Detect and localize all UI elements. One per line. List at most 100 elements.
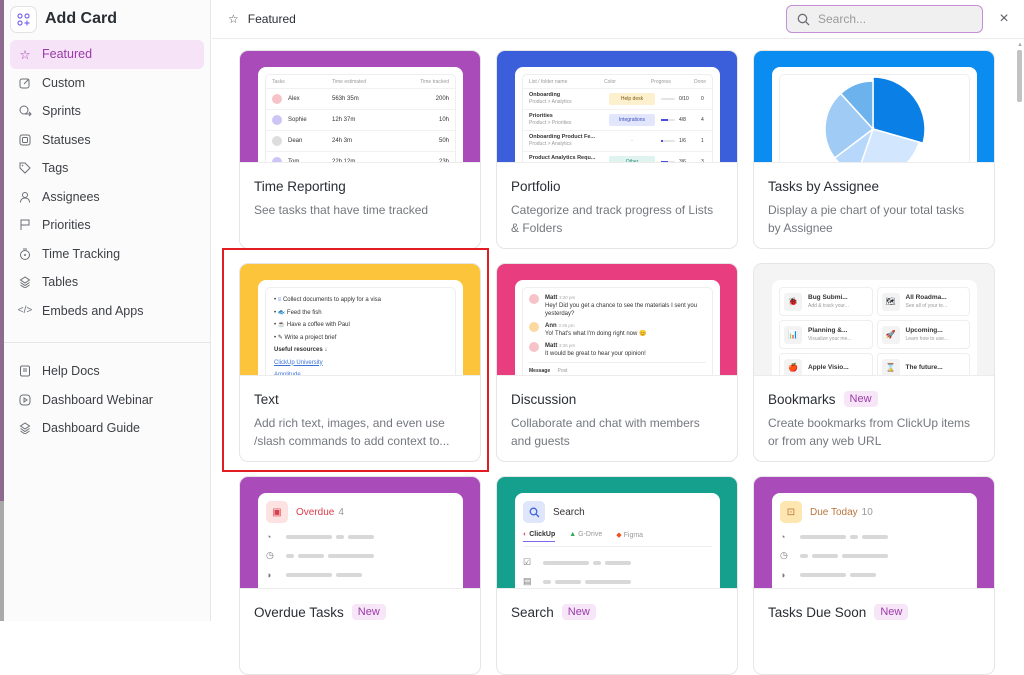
card-tasks-by-assignee[interactable]: Tasks by Assignee Display a pie chart of …	[753, 50, 995, 249]
sidebar-item-assignees[interactable]: Assignees	[10, 183, 204, 212]
card-title: Time Reporting	[254, 178, 346, 194]
highlight-box	[222, 248, 489, 472]
sidebar: Add Card ☆ Featured Custom Sprints Status…	[4, 0, 211, 621]
bookmark-item: 🐞 Bug Submi... Add & track your...	[779, 287, 873, 316]
new-badge: New	[351, 604, 386, 620]
main-panel: ☆ Featured × ▲ TasksTime estimatedTime tr…	[212, 0, 1024, 675]
sidebar-item-label: Dashboard Guide	[42, 421, 140, 436]
card-preview: ▣ Overdue 4 ◔ ◷ ◑	[240, 477, 480, 588]
card-title: Discussion	[511, 391, 577, 407]
sidebar-item-label: Sprints	[42, 104, 81, 119]
flag-icon	[18, 218, 32, 232]
card-preview: List / folder name Color Progress Done Onbo…	[497, 51, 737, 162]
sidebar-item-tables[interactable]: Tables	[10, 268, 204, 297]
close-button[interactable]: ×	[996, 10, 1012, 28]
page-title: Add Card	[45, 10, 117, 27]
sidebar-item-label: Embeds and Apps	[42, 303, 144, 318]
sidebar-item-embeds-and-apps[interactable]: </> Embeds and Apps	[10, 297, 204, 326]
table-icon	[18, 275, 32, 289]
sidebar-item-label: Help Docs	[42, 364, 100, 379]
add-card-logo-icon	[10, 5, 37, 33]
card-description: Display a pie chart of your total tasks …	[768, 203, 965, 235]
card-description: See tasks that have time tracked	[254, 203, 429, 217]
card-preview: 🐞 Bug Submi... Add & track your... 🗺 All Roa…	[754, 264, 994, 375]
status-icon	[18, 133, 32, 147]
message: Matt 3:30 pm Hey! Did you get a chance to…	[529, 294, 706, 318]
guide-icon	[18, 421, 32, 435]
card-preview: ⊡ Due Today 10 ◔ ◷ ◑	[754, 477, 994, 588]
bookmark-item: 🍎 Apple Visio...	[779, 353, 873, 375]
message: Ann 3:35 pm Yo! That's what I'm doing rig…	[529, 322, 706, 338]
sidebar-item-label: Time Tracking	[42, 246, 121, 261]
sidebar-item-label: Dashboard Webinar	[42, 392, 153, 407]
sidebar-item-tags[interactable]: Tags	[10, 154, 204, 183]
pie-chart-preview	[824, 76, 926, 162]
card-title: Portfolio	[511, 178, 561, 194]
sidebar-item-statuses[interactable]: Statuses	[10, 126, 204, 155]
table-row: Tom 22h 12m 23h	[266, 152, 455, 162]
search-input[interactable]	[818, 12, 968, 26]
edit-icon	[18, 76, 32, 90]
sidebar-item-label: Assignees	[42, 189, 100, 204]
sidebar-item-dashboard-guide[interactable]: Dashboard Guide	[10, 414, 204, 443]
sidebar-item-label: Priorities	[42, 218, 91, 233]
sidebar-item-custom[interactable]: Custom	[10, 69, 204, 98]
sidebar-item-label: Featured	[42, 47, 93, 62]
card-description: Collaborate and chat with members and gu…	[511, 416, 700, 448]
new-badge: New	[561, 604, 596, 620]
star-icon: ☆	[228, 12, 239, 26]
top-bar: ☆ Featured ×	[212, 0, 1024, 39]
calendar-icon: ⊡	[780, 501, 802, 523]
search-icon	[797, 13, 810, 25]
card-title: Bookmarks New	[768, 390, 980, 408]
book-icon	[18, 364, 32, 378]
card-discussion[interactable]: Matt 3:30 pm Hey! Did you get a chance to…	[496, 263, 738, 462]
code-icon: </>	[17, 305, 33, 317]
bookmark-item: 📊 Planning &... Visualize your me...	[779, 320, 873, 349]
card-bookmarks[interactable]: 🐞 Bug Submi... Add & track your... 🗺 All Roa…	[753, 263, 995, 462]
sidebar-item-dashboard-webinar[interactable]: Dashboard Webinar	[10, 386, 204, 415]
scrollbar-thumb[interactable]	[1017, 50, 1022, 102]
sidebar-item-label: Tables	[42, 275, 79, 290]
card-search[interactable]: Search ◐ ClickUp ▲ G-Drive ◆ Figma ☑ ▤ S…	[496, 476, 738, 675]
sidebar-item-time-tracking[interactable]: Time Tracking	[10, 240, 204, 269]
card-portfolio[interactable]: List / folder name Color Progress Done Onbo…	[496, 50, 738, 249]
sidebar-item-sprints[interactable]: Sprints	[10, 97, 204, 126]
bookmark-item: 🗺 All Roadma... See all of your te...	[876, 287, 970, 316]
bookmark-item: ⌛ The future...	[876, 353, 970, 375]
message: Matt 3:36 pm It would be great to hear yo…	[529, 342, 706, 358]
card-title: Search New	[511, 603, 723, 621]
sidebar-nav: ☆ Featured Custom Sprints Statuses Tags A…	[4, 38, 211, 443]
new-badge: New	[843, 391, 878, 407]
section-title: Featured	[247, 12, 296, 26]
bookmark-item: 🚀 Upcoming... Learn how to use...	[876, 320, 970, 349]
card-description: Create bookmarks from ClickUp items or f…	[768, 416, 971, 448]
card-preview: Search ◐ ClickUp ▲ G-Drive ◆ Figma ☑ ▤	[497, 477, 737, 588]
card-title: Overdue Tasks New	[254, 603, 466, 621]
card-tasks-due-soon[interactable]: ⊡ Due Today 10 ◔ ◷ ◑ Tasks Due Soon New	[753, 476, 995, 675]
card-title: Tasks Due Soon New	[768, 603, 980, 621]
card-preview: Matt 3:30 pm Hey! Did you get a chance to…	[497, 264, 737, 375]
search-box[interactable]	[786, 5, 983, 33]
sidebar-divider	[4, 342, 211, 343]
sidebar-item-label: Tags	[42, 161, 69, 176]
sidebar-item-label: Statuses	[42, 132, 91, 147]
card-time-reporting[interactable]: Tasks Time estimated Time tracked Alex 563h…	[239, 50, 481, 249]
play-icon	[18, 393, 32, 407]
card-overdue-tasks[interactable]: ▣ Overdue 4 ◔ ◷ ◑ Overdue Tasks New	[239, 476, 481, 675]
table-row: Priorities Product > Priorities Integrati…	[523, 110, 712, 131]
sidebar-item-priorities[interactable]: Priorities	[10, 211, 204, 240]
sprint-icon	[18, 104, 32, 118]
star-icon: ☆	[19, 47, 31, 62]
sidebar-item-help-docs[interactable]: Help Docs	[10, 357, 204, 386]
card-preview: Tasks Time estimated Time tracked Alex 563h…	[240, 51, 480, 162]
sidebar-item-featured[interactable]: ☆ Featured	[10, 40, 204, 69]
card-title: Tasks by Assignee	[768, 178, 880, 194]
card-description: Categorize and track progress of Lists &…	[511, 203, 714, 235]
search-icon	[523, 501, 545, 523]
table-row: Onboarding Product > Analytics Help desk …	[523, 89, 712, 110]
sidebar-item-label: Custom	[42, 75, 86, 90]
card-preview	[754, 51, 994, 162]
scroll-up-arrow[interactable]: ▲	[1017, 42, 1023, 48]
breadcrumb: ☆ Featured	[228, 12, 296, 26]
